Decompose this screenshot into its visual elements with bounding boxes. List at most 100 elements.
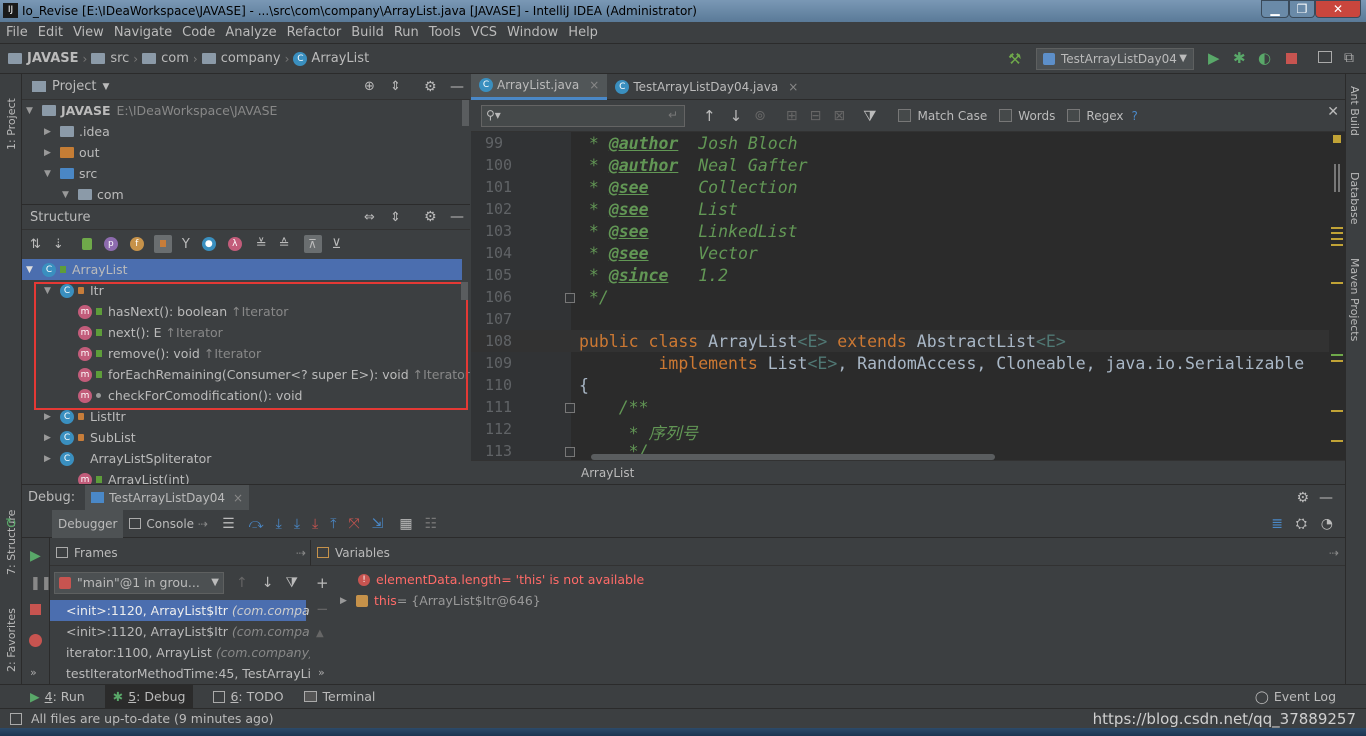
tree-item-com[interactable]: ▼ com (62, 184, 124, 205)
tree-item-out[interactable]: ▶ out (44, 142, 99, 163)
fold-marker-icon[interactable] (565, 447, 575, 457)
hide-panel-icon[interactable]: — (1319, 490, 1333, 506)
database-tab[interactable]: Database (1348, 172, 1361, 225)
stop-icon[interactable] (1286, 53, 1297, 64)
project-structure-icon[interactable] (1318, 51, 1332, 63)
menu-vcs[interactable]: VCS (471, 25, 497, 40)
minimize-button[interactable]: ▁ (1261, 0, 1289, 18)
run-configuration-select[interactable]: TestArrayListDay04 ▼ (1036, 48, 1194, 70)
frame-item[interactable]: <init>:1120, ArrayList$Itr (com.company) (50, 621, 310, 642)
tab-testarraylistday04-java[interactable]: C TestArrayListDay04.java × (607, 74, 806, 100)
trace-icon[interactable]: ☷ (425, 516, 438, 532)
next-frame-icon[interactable]: ↓ (262, 575, 274, 591)
menu-run[interactable]: Run (394, 25, 419, 40)
variable-this-row[interactable]: ▶ this = {ArrayList$Itr@646} (340, 590, 541, 611)
expand-icon[interactable]: ≚ (256, 237, 267, 252)
frame-item[interactable]: testIteratorMethodTime:45, TestArrayList… (50, 663, 310, 684)
close-window-button[interactable]: ✕ (1315, 0, 1361, 18)
thread-select[interactable]: "main"@1 in grou... ▼ (54, 572, 224, 594)
build-hammer-icon[interactable]: ⚒ (1008, 50, 1021, 68)
project-tool-window-tab[interactable]: 1: Project (5, 98, 18, 150)
stop-icon[interactable] (30, 604, 41, 615)
chevron-down-icon[interactable]: ▼ (102, 82, 109, 92)
remove-selection-icon[interactable]: ⊟ (810, 108, 822, 124)
rerun-icon[interactable]: ↻ (0, 516, 22, 532)
menu-navigate[interactable]: Navigate (114, 25, 172, 40)
tab-arraylist-java[interactable]: C ArrayList.java × (471, 73, 608, 100)
show-non-public-toggle[interactable] (153, 235, 172, 253)
structure-item-arraylist[interactable]: ▼ C ArrayList (26, 259, 128, 280)
breadcrumb-project[interactable]: JAVASE (8, 51, 79, 66)
pause-icon[interactable]: ❚❚ (30, 576, 52, 591)
run-tool-tab[interactable]: ▶ 4: Run (30, 689, 85, 704)
sort-visibility-icon[interactable]: ⇅ (30, 237, 41, 252)
breadcrumb-com[interactable]: com (142, 51, 189, 66)
gear-icon[interactable]: ⚙ (1296, 490, 1309, 506)
sort-alpha-icon[interactable]: ⇣ (53, 237, 64, 252)
breadcrumb-company[interactable]: company (201, 51, 281, 66)
menu-view[interactable]: View (73, 25, 104, 40)
ant-build-tab[interactable]: Ant Build (1348, 86, 1361, 136)
regex-help-link[interactable]: ? (1131, 109, 1137, 123)
restore-layout-icon[interactable]: ◔ (1321, 516, 1333, 532)
frame-item[interactable]: iterator:1100, ArrayList (com.company) (50, 642, 310, 663)
tab-debugger[interactable]: Debugger (52, 509, 124, 538)
structure-item-sublist[interactable]: ▶ C SubList (44, 427, 136, 448)
menu-build[interactable]: Build (351, 25, 384, 40)
tree-item-javase[interactable]: ▼ JAVASE E:\IDeaWorkspace\JAVASE (26, 100, 277, 121)
toggle-tool-windows-icon[interactable] (10, 712, 22, 725)
step-out-icon[interactable]: ⤒ (330, 516, 336, 532)
filter-icon[interactable]: ⧩ (285, 575, 298, 591)
regex-checkbox[interactable] (1067, 109, 1081, 122)
variable-error-row[interactable]: ! elementData.length = 'this' is not avai… (358, 569, 644, 590)
debug-session-tab[interactable]: TestArrayListDay04 × (85, 484, 250, 511)
todo-tool-tab[interactable]: 6: TODO (213, 689, 284, 704)
match-case-checkbox[interactable] (898, 109, 912, 122)
step-into-icon[interactable]: ⤓ (294, 516, 300, 532)
menu-refactor[interactable]: Refactor (287, 25, 342, 40)
debug-bug-icon[interactable]: ✱ (1233, 49, 1246, 67)
show-execution-point-icon[interactable]: ⤼ (249, 516, 264, 532)
menu-lines-icon[interactable]: ☰ (222, 516, 235, 532)
project-scrollbar[interactable] (462, 100, 469, 126)
pin-icon[interactable]: ⇢ (296, 546, 306, 560)
force-step-into-icon[interactable]: ⤓ (312, 516, 318, 532)
breadcrumb-class[interactable]: C ArrayList (293, 51, 369, 66)
autoscroll-to-source-toggle[interactable]: ⊼ (303, 235, 322, 253)
add-selection-icon[interactable]: ⊞ (786, 108, 798, 124)
tab-console[interactable]: Console ⇢ (123, 510, 214, 538)
menu-file[interactable]: File (6, 25, 28, 40)
step-over-icon[interactable]: ⤓ (276, 516, 282, 532)
terminal-tool-tab[interactable]: Terminal (303, 689, 375, 704)
resume-icon[interactable]: ▶ (30, 548, 41, 564)
close-tab-icon[interactable]: × (233, 491, 243, 505)
autoscroll-from-source-icon[interactable]: ⊻ (332, 237, 342, 252)
select-all-icon[interactable]: ⊠ (833, 108, 845, 124)
menu-edit[interactable]: Edit (38, 25, 63, 40)
more-icon[interactable]: » (30, 666, 37, 679)
more-icon[interactable]: » (318, 666, 325, 679)
code-editor[interactable]: 99 * @author Josh Bloch 100 * @author Nea… (471, 132, 1345, 460)
show-anonymous-icon[interactable]: ● (201, 237, 216, 251)
menu-code[interactable]: Code (182, 25, 215, 40)
close-tab-icon[interactable]: × (788, 80, 798, 94)
run-to-cursor-icon[interactable]: ⇲ (372, 516, 384, 532)
view-breakpoints-icon[interactable] (29, 634, 42, 647)
maximize-button[interactable]: ❐ (1289, 0, 1315, 18)
words-checkbox[interactable] (999, 109, 1013, 122)
frame-item[interactable]: <init>:1120, ArrayList$Itr (com.company) (50, 600, 310, 621)
show-lambdas-icon[interactable]: λ (227, 237, 242, 251)
debug-tool-tab[interactable]: ✱ 5: Debug (104, 684, 194, 709)
run-icon[interactable]: ▶ (1208, 49, 1220, 67)
structure-scrollbar[interactable] (461, 282, 468, 300)
event-log-tab[interactable]: ◯ Event Log (1255, 689, 1336, 704)
hierarchy-icon[interactable]: Y (182, 237, 190, 252)
menu-tools[interactable]: Tools (429, 25, 461, 40)
gear-icon[interactable]: ⚙ (424, 209, 437, 225)
hide-panel-icon[interactable]: — (450, 79, 464, 95)
find-all-icon[interactable]: ⊚ (754, 108, 766, 124)
editor-breadcrumb[interactable]: ArrayList (581, 466, 634, 480)
fold-marker-icon[interactable] (565, 403, 575, 413)
collapse-all-icon[interactable]: ⇕ (390, 210, 401, 225)
scroll-thumb[interactable] (1334, 164, 1340, 192)
